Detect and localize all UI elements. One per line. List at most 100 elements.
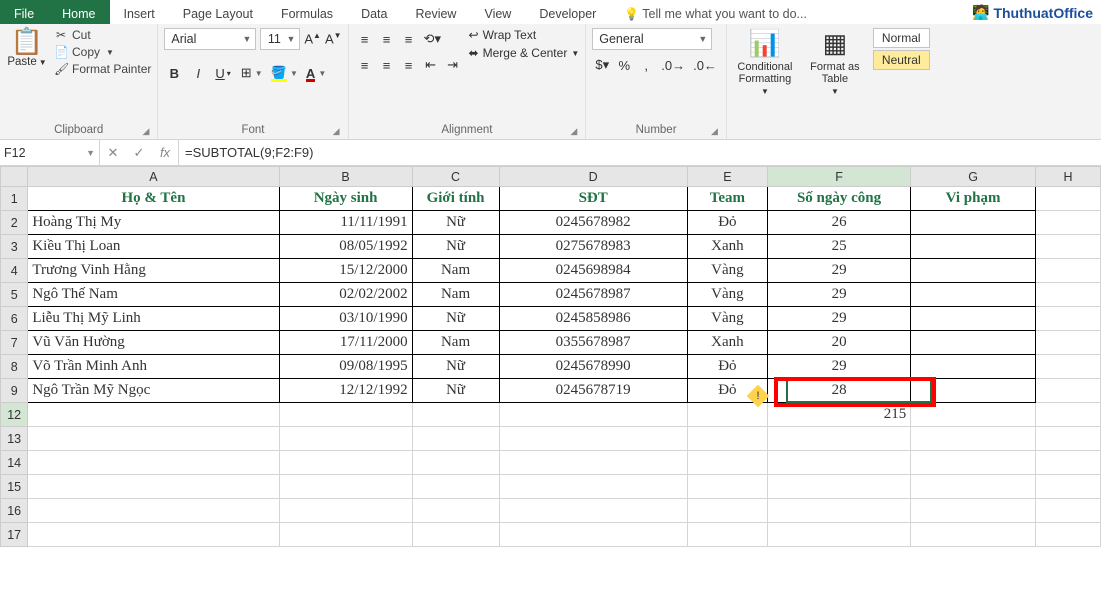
wrap-text-button[interactable]: ↩Wrap Text bbox=[469, 28, 580, 42]
orientation-button[interactable]: ⟲▾ bbox=[421, 28, 444, 50]
cell[interactable]: Ngô Thế Nam bbox=[28, 283, 279, 307]
cell[interactable] bbox=[687, 499, 767, 523]
cell[interactable]: Xanh bbox=[687, 331, 767, 355]
cell[interactable]: 0275678983 bbox=[499, 235, 687, 259]
row-header[interactable]: 13 bbox=[1, 427, 28, 451]
font-name-combo[interactable]: Arial▼ bbox=[164, 28, 256, 50]
cell[interactable] bbox=[1035, 187, 1100, 211]
cell[interactable]: Ngô Trần Mỹ Ngọc bbox=[28, 379, 279, 403]
cell[interactable] bbox=[911, 331, 1036, 355]
cell[interactable] bbox=[1035, 355, 1100, 379]
dialog-launcher-icon[interactable]: ◢ bbox=[333, 126, 340, 137]
cell[interactable]: Đỏ bbox=[687, 355, 767, 379]
col-header[interactable]: H bbox=[1035, 167, 1100, 187]
row-header[interactable]: 16 bbox=[1, 499, 28, 523]
row-header[interactable]: 5 bbox=[1, 283, 28, 307]
dialog-launcher-icon[interactable]: ◢ bbox=[711, 126, 718, 137]
tab-developer[interactable]: Developer bbox=[525, 0, 610, 24]
cell[interactable] bbox=[279, 475, 412, 499]
font-size-combo[interactable]: 11▼ bbox=[260, 28, 300, 50]
cell[interactable] bbox=[499, 451, 687, 475]
tab-home[interactable]: Home bbox=[48, 0, 109, 24]
row-header[interactable]: 9 bbox=[1, 379, 28, 403]
cell[interactable] bbox=[1035, 235, 1100, 259]
cell[interactable] bbox=[412, 475, 499, 499]
cell[interactable]: 29 bbox=[767, 259, 910, 283]
cell[interactable] bbox=[1035, 523, 1100, 547]
cell[interactable]: Họ & Tên bbox=[28, 187, 279, 211]
align-top-button[interactable]: ≡ bbox=[355, 28, 375, 50]
cell[interactable] bbox=[499, 475, 687, 499]
cell[interactable] bbox=[767, 499, 910, 523]
cell[interactable] bbox=[911, 475, 1036, 499]
row-header[interactable]: 3 bbox=[1, 235, 28, 259]
cell[interactable]: Trương Vinh Hằng bbox=[28, 259, 279, 283]
cell[interactable]: 29 bbox=[767, 355, 910, 379]
cell[interactable] bbox=[499, 427, 687, 451]
cell[interactable] bbox=[687, 451, 767, 475]
fill-color-button[interactable]: 🪣▼ bbox=[268, 62, 299, 84]
cell[interactable] bbox=[911, 259, 1036, 283]
cell[interactable]: Vàng bbox=[687, 307, 767, 331]
cell[interactable]: Nữ bbox=[412, 307, 499, 331]
decrease-decimal-button[interactable]: .0← bbox=[690, 54, 720, 76]
dialog-launcher-icon[interactable]: ◢ bbox=[142, 126, 149, 137]
col-header[interactable]: D bbox=[499, 167, 687, 187]
tab-formulas[interactable]: Formulas bbox=[267, 0, 347, 24]
cell[interactable]: Nam bbox=[412, 283, 499, 307]
align-left-button[interactable]: ≡ bbox=[355, 54, 375, 76]
cell[interactable]: 26 bbox=[767, 211, 910, 235]
cell[interactable]: 0245678990 bbox=[499, 355, 687, 379]
col-header[interactable]: E bbox=[687, 167, 767, 187]
cell[interactable]: 12/12/1992 bbox=[279, 379, 412, 403]
cell[interactable] bbox=[28, 499, 279, 523]
cell[interactable]: 08/05/1992 bbox=[279, 235, 412, 259]
cell[interactable]: Nữ bbox=[412, 355, 499, 379]
cell[interactable]: 0245678987 bbox=[499, 283, 687, 307]
col-header[interactable]: A bbox=[28, 167, 279, 187]
cell[interactable] bbox=[279, 523, 412, 547]
cell[interactable] bbox=[412, 427, 499, 451]
cell[interactable] bbox=[279, 499, 412, 523]
decrease-font-button[interactable]: A▼ bbox=[325, 31, 342, 46]
bold-button[interactable]: B bbox=[164, 62, 184, 84]
cell[interactable] bbox=[499, 403, 687, 427]
cell[interactable]: 29 bbox=[767, 283, 910, 307]
cell[interactable] bbox=[911, 499, 1036, 523]
col-header[interactable]: G bbox=[911, 167, 1036, 187]
cell[interactable] bbox=[28, 451, 279, 475]
col-header[interactable]: F bbox=[767, 167, 910, 187]
cell[interactable]: Đỏ bbox=[687, 211, 767, 235]
cell[interactable]: Nữ bbox=[412, 211, 499, 235]
cell[interactable]: 0245858986 bbox=[499, 307, 687, 331]
cell[interactable]: 28 bbox=[767, 379, 910, 403]
enter-formula-button[interactable]: ✓ bbox=[126, 145, 152, 161]
tab-review[interactable]: Review bbox=[401, 0, 470, 24]
cell[interactable] bbox=[1035, 307, 1100, 331]
name-box[interactable]: F12▼ bbox=[0, 140, 100, 165]
col-header[interactable]: C bbox=[412, 167, 499, 187]
cell[interactable] bbox=[279, 427, 412, 451]
cell[interactable]: Ngày sinh bbox=[279, 187, 412, 211]
row-header[interactable]: 12 bbox=[1, 403, 28, 427]
cell[interactable] bbox=[911, 523, 1036, 547]
cell[interactable] bbox=[28, 523, 279, 547]
format-painter-button[interactable]: 🖌Format Painter bbox=[54, 62, 151, 76]
cell[interactable] bbox=[1035, 283, 1100, 307]
tab-data[interactable]: Data bbox=[347, 0, 401, 24]
font-color-button[interactable]: A▼ bbox=[303, 62, 327, 84]
cell[interactable]: 25 bbox=[767, 235, 910, 259]
align-center-button[interactable]: ≡ bbox=[377, 54, 397, 76]
cell[interactable] bbox=[911, 235, 1036, 259]
cell[interactable]: Vũ Văn Hường bbox=[28, 331, 279, 355]
cell[interactable]: 0355678987 bbox=[499, 331, 687, 355]
cell[interactable] bbox=[412, 403, 499, 427]
style-normal[interactable]: Normal bbox=[873, 28, 930, 48]
increase-font-button[interactable]: A▲ bbox=[304, 31, 321, 46]
cell[interactable] bbox=[911, 379, 1036, 403]
cell[interactable]: 17/11/2000 bbox=[279, 331, 412, 355]
row-header[interactable]: 14 bbox=[1, 451, 28, 475]
cell[interactable] bbox=[767, 451, 910, 475]
format-as-table-button[interactable]: ▦ Format as Table▼ bbox=[803, 28, 867, 96]
align-bottom-button[interactable]: ≡ bbox=[399, 28, 419, 50]
